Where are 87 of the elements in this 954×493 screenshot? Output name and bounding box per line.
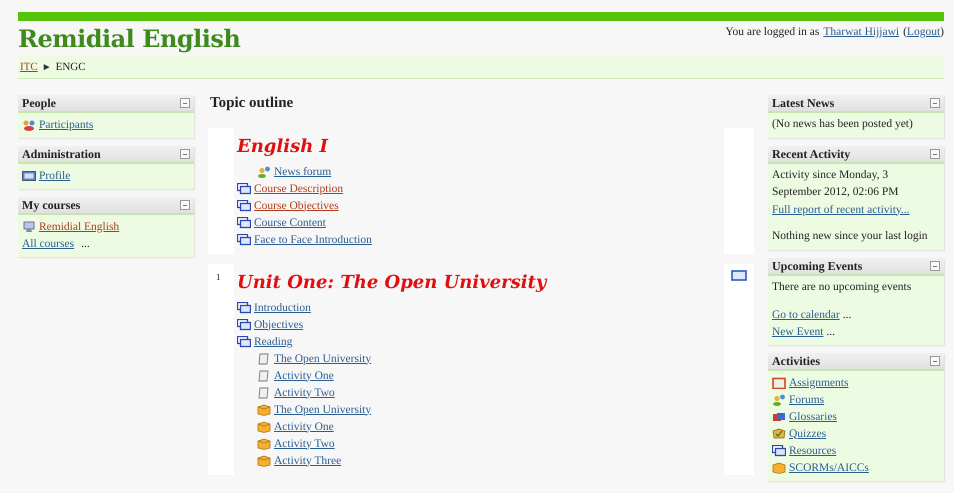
logout-link[interactable]: Logout [906, 26, 940, 38]
block-link[interactable]: Remidial English [39, 220, 120, 232]
block-link[interactable]: Full report of recent activity... [772, 204, 910, 216]
block-title: Recent Activity [772, 146, 850, 162]
block-title: Administration [22, 146, 101, 162]
monitor-icon [22, 220, 36, 232]
activity-link[interactable]: Face to Face Introduction [254, 234, 372, 246]
document-icon [257, 352, 271, 364]
windows-icon [772, 444, 786, 456]
block-link[interactable]: Glossaries [789, 410, 837, 422]
box-icon [257, 438, 271, 450]
box-icon [257, 420, 271, 432]
block-link[interactable]: Assignments [789, 376, 848, 388]
block-text: Activity since Monday, 3 September 2012, 02:06 PM [772, 168, 900, 200]
people-icon [772, 394, 786, 406]
box-icon [257, 404, 271, 416]
block-link[interactable]: Profile [39, 170, 70, 182]
activity-link[interactable]: Activity One [274, 370, 334, 382]
people-icon [22, 118, 36, 130]
page-heading: Topic outline [209, 95, 294, 113]
block-link[interactable]: SCORMs/AICCs [789, 462, 869, 474]
section-title: Unit One: The Open University [237, 272, 548, 293]
activity-link[interactable]: Course Description [254, 182, 344, 194]
activity-link[interactable]: The Open University [274, 352, 372, 364]
breadcrumb-current: ENGC [56, 61, 86, 73]
picture-card-icon [22, 170, 36, 182]
collapse-icon[interactable] [180, 149, 190, 159]
paren: ( [903, 26, 907, 38]
block-link[interactable]: Forums [789, 394, 824, 406]
windows-icon [237, 302, 251, 314]
activity-link[interactable]: Course Objectives [254, 200, 339, 212]
clipboard-icon [772, 376, 786, 388]
highlight-icon[interactable] [731, 270, 747, 281]
books-icon [772, 410, 786, 422]
block-link[interactable]: New Event [772, 326, 824, 338]
windows-icon [237, 234, 251, 246]
ellipsis-text: ... [842, 308, 852, 320]
collapse-icon[interactable] [180, 200, 190, 210]
collapse-icon[interactable] [930, 149, 940, 159]
activity-link[interactable]: Objectives [254, 318, 304, 330]
breadcrumb-link[interactable]: ITC [20, 61, 38, 73]
section-title: English I [237, 136, 330, 157]
block-link[interactable]: Resources [789, 444, 836, 456]
login-text: You are logged in as [725, 26, 820, 38]
block-title: Upcoming Events [772, 258, 862, 274]
people-icon [257, 166, 271, 178]
checklist-icon [772, 428, 786, 440]
box-icon [257, 454, 271, 466]
block-link[interactable]: All courses [22, 238, 74, 250]
block-text: (No news has been posted yet) [772, 117, 914, 132]
section-number: 1 [216, 272, 220, 282]
ellipsis-text: ... [81, 238, 90, 250]
activity-link[interactable]: Course Content [254, 216, 326, 228]
document-icon [257, 370, 271, 382]
block-text: There are no upcoming events [772, 280, 912, 295]
site-title: Remidial English [18, 24, 240, 54]
windows-icon [237, 200, 251, 212]
activity-link[interactable]: The Open University [274, 404, 372, 416]
block-link[interactable]: Quizzes [789, 428, 826, 440]
activity-link[interactable]: Activity Two [274, 438, 335, 450]
document-icon [257, 386, 271, 398]
activity-link[interactable]: Activity Two [274, 386, 335, 398]
block-title: Latest News [772, 96, 834, 110]
activity-link[interactable]: Reading [254, 336, 292, 348]
activity-link[interactable]: Activity Three [274, 454, 342, 466]
ellipsis-text: ... [826, 326, 836, 338]
activity-link[interactable]: News forum [274, 166, 332, 178]
collapse-icon[interactable] [930, 261, 940, 271]
collapse-icon[interactable] [930, 356, 940, 366]
windows-icon [237, 336, 251, 348]
windows-icon [237, 182, 251, 194]
activity-link[interactable]: Introduction [254, 302, 311, 314]
block-text: Nothing new since your last login [772, 229, 929, 244]
breadcrumb-separator: ► [42, 62, 52, 72]
block-title: People [22, 96, 56, 110]
user-link[interactable]: Tharwat Hijjawi [823, 26, 900, 38]
activity-link[interactable]: Activity One [274, 420, 334, 432]
block-title: My courses [22, 198, 80, 212]
block-title: Activities [772, 354, 820, 368]
paren: ) [940, 26, 944, 38]
collapse-icon[interactable] [930, 98, 940, 108]
collapse-icon[interactable] [180, 98, 190, 108]
box-icon [772, 462, 786, 474]
block-link[interactable]: Participants [39, 118, 94, 130]
windows-icon [237, 216, 251, 228]
windows-icon [237, 318, 251, 330]
block-link[interactable]: Go to calendar [772, 308, 840, 320]
